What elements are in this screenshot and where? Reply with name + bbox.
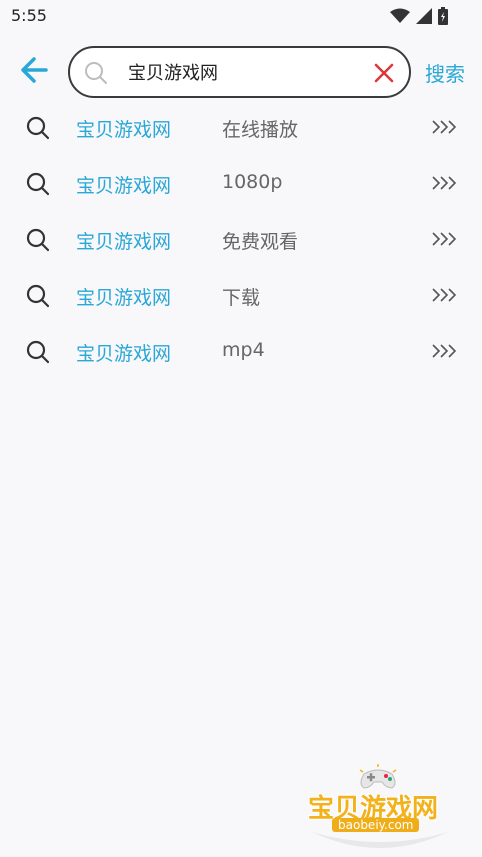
back-button[interactable] [18, 56, 50, 88]
screen: 5:55 搜索 [0, 0, 482, 857]
suggestion-keyword: 宝贝游戏网 [76, 119, 172, 141]
suggestion-item[interactable]: 宝贝游戏网 下载 [0, 268, 482, 324]
search-input[interactable] [128, 60, 358, 84]
signal-icon [416, 8, 432, 24]
close-icon[interactable] [373, 62, 395, 84]
site-logo: 宝贝游戏网 baobeiy.com [300, 760, 460, 852]
search-icon [26, 340, 50, 368]
suggestion-item[interactable]: 宝贝游戏网 mp4 [0, 324, 482, 380]
triple-chevron-right-icon [431, 343, 457, 363]
arrow-left-icon [20, 57, 48, 87]
status-bar: 5:55 [0, 0, 482, 34]
search-box[interactable] [68, 46, 411, 98]
search-icon [26, 172, 50, 200]
triple-chevron-right-icon [431, 231, 457, 251]
logo-swoosh [312, 832, 448, 848]
status-icons [390, 7, 448, 25]
search-icon [26, 228, 50, 256]
suggestion-term: 1080p [222, 171, 283, 193]
wifi-icon [390, 8, 410, 24]
suggestion-keyword: 宝贝游戏网 [76, 287, 172, 309]
suggestion-term: 在线播放 [222, 119, 299, 141]
search-icon [26, 284, 50, 312]
battery-icon [438, 7, 448, 25]
suggestion-term: 免费观看 [222, 231, 299, 253]
search-icon [26, 116, 50, 144]
search-icon [84, 61, 108, 89]
suggestion-list: 宝贝游戏网 在线播放 宝贝游戏网 1080p 宝贝游戏网 免费观看 宝贝游戏网 … [0, 100, 482, 380]
search-header: 搜索 [0, 44, 482, 102]
suggestion-item[interactable]: 宝贝游戏网 在线播放 [0, 100, 482, 156]
triple-chevron-right-icon [431, 175, 457, 195]
suggestion-item[interactable]: 宝贝游戏网 免费观看 [0, 212, 482, 268]
suggestion-item[interactable]: 宝贝游戏网 1080p [0, 156, 482, 212]
status-time: 5:55 [11, 6, 47, 25]
suggestion-term: 下载 [222, 287, 261, 309]
suggestion-keyword: 宝贝游戏网 [76, 343, 172, 365]
search-button[interactable]: 搜索 [425, 58, 465, 87]
triple-chevron-right-icon [431, 119, 457, 139]
suggestion-keyword: 宝贝游戏网 [76, 231, 172, 253]
suggestion-term: mp4 [222, 339, 265, 361]
suggestion-keyword: 宝贝游戏网 [76, 175, 172, 197]
triple-chevron-right-icon [431, 287, 457, 307]
